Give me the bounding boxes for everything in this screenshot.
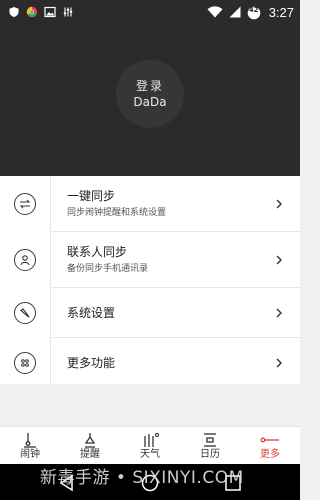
menu-text: 系统设置: [50, 288, 300, 338]
menu-icon-divider: [50, 176, 51, 384]
menu-text: 更多功能: [50, 338, 300, 388]
image-icon: [44, 6, 56, 18]
battery-level: 42: [248, 6, 259, 14]
tab-reminder[interactable]: 提醒: [60, 427, 120, 464]
chevron-right-icon: [276, 358, 282, 368]
calendar-icon: [204, 433, 216, 447]
more-icon: [260, 437, 279, 443]
wrench-icon: [14, 302, 36, 324]
weather-icon: [144, 433, 159, 447]
wifi-icon: [207, 6, 223, 18]
tab-label: 天气: [140, 449, 160, 460]
menu-icon-column: [0, 232, 50, 288]
login-button[interactable]: 登录 DaDa: [116, 60, 184, 128]
menu-icon-column: [0, 338, 50, 388]
tab-label: 闹钟: [20, 449, 40, 460]
menu-title: 一键同步: [67, 189, 116, 203]
tab-calendar[interactable]: 日历: [180, 427, 240, 464]
contact-person-icon: [14, 249, 36, 271]
menu-text: 一键同步 同步闹钟提醒和系统设置: [50, 176, 300, 232]
tab-label: 日历: [200, 449, 220, 460]
tab-weather[interactable]: 天气: [120, 427, 180, 464]
settings-menu: 一键同步 同步闹钟提醒和系统设置 联系人同步 备份同步手机通讯录 系统设置 更多…: [0, 176, 300, 384]
tab-more[interactable]: 更多: [240, 427, 300, 464]
battery-icon: 42: [247, 5, 261, 20]
menu-icon-column: [0, 176, 50, 232]
menu-icon-column: [0, 288, 50, 338]
status-bar-left: [8, 6, 74, 18]
status-time: 3:27: [268, 4, 294, 20]
chrome-icon: [26, 6, 38, 18]
menu-item-sync[interactable]: 一键同步 同步闹钟提醒和系统设置: [0, 176, 300, 232]
tab-label: 提醒: [80, 449, 100, 460]
status-bar-right: 42 3:27: [207, 5, 294, 20]
menu-title: 联系人同步: [67, 245, 128, 259]
sync-arrows-icon: [14, 193, 36, 215]
reminder-icon: [84, 433, 96, 448]
equalizer-icon: [63, 7, 73, 17]
login-title: 登录: [135, 79, 164, 93]
menu-item-system-settings[interactable]: 系统设置: [0, 288, 300, 338]
login-username: DaDa: [133, 95, 167, 109]
shield-icon: [9, 7, 19, 17]
chevron-right-icon: [276, 308, 282, 318]
menu-subtitle: 备份同步手机通讯录: [67, 264, 149, 274]
chevron-right-icon: [276, 199, 282, 209]
more-dots-icon: [14, 352, 36, 374]
menu-subtitle: 同步闹钟提醒和系统设置: [67, 208, 167, 218]
chevron-right-icon: [276, 255, 282, 265]
menu-text: 联系人同步 备份同步手机通讯录: [50, 232, 300, 288]
tab-label: 更多: [260, 449, 280, 460]
menu-title: 系统设置: [67, 305, 116, 320]
bottom-tab-bar: 闹钟 提醒 天气 日历 更多: [0, 426, 300, 464]
tab-alarm[interactable]: 闹钟: [0, 427, 60, 464]
signal-icon: [229, 6, 241, 18]
watermark: 新毒手游 • SIXINYI.COM: [40, 468, 244, 488]
menu-title: 更多功能: [67, 356, 116, 370]
status-bar: 42 3:27: [0, 0, 300, 24]
menu-item-more-features[interactable]: 更多功能: [0, 338, 300, 388]
account-header: 登录 DaDa: [0, 24, 300, 176]
menu-item-contact-sync[interactable]: 联系人同步 备份同步手机通讯录: [0, 232, 300, 288]
alarm-clock-icon: [24, 433, 36, 448]
